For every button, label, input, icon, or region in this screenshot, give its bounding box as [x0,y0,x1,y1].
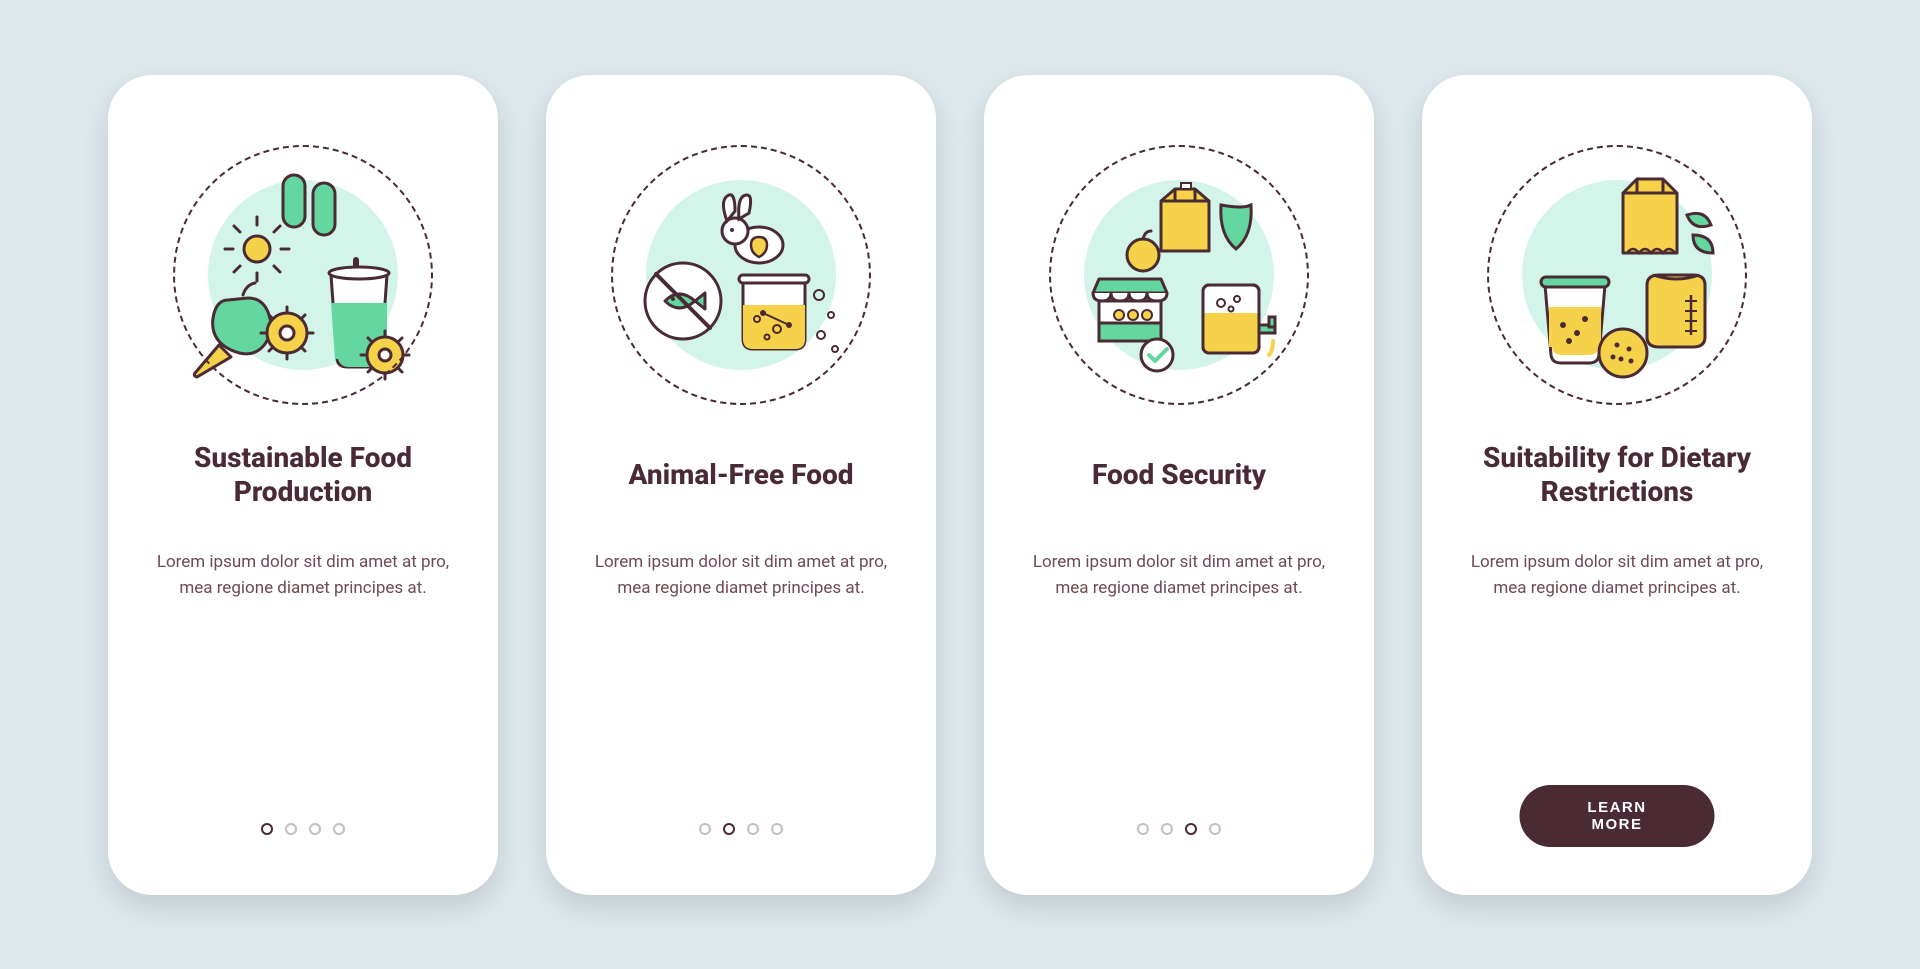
pagination-dots [984,823,1374,835]
dot-3[interactable] [309,823,321,835]
dot-2[interactable] [723,823,735,835]
animal-free-icon [611,145,871,405]
pagination-dots [108,823,498,835]
screen-title: Sustainable Food Production [148,441,458,509]
onboarding-screen-3: Food Security Lorem ipsum dolor sit dim … [984,75,1374,895]
sustainable-production-icon [173,145,433,405]
screen-title: Animal-Free Food [622,441,859,509]
dot-3[interactable] [747,823,759,835]
dot-2[interactable] [285,823,297,835]
learn-more-button[interactable]: LEARN MORE [1520,785,1715,847]
screen-title: Food Security [1086,441,1272,509]
screen-description: Lorem ipsum dolor sit dim amet at pro, m… [1462,549,1772,602]
screen-title: Suitability for Dietary Restrictions [1462,441,1772,509]
food-security-icon [1049,145,1309,405]
dot-1[interactable] [699,823,711,835]
dot-4[interactable] [1209,823,1221,835]
dietary-restrictions-icon [1487,145,1747,405]
dot-1[interactable] [261,823,273,835]
dot-2[interactable] [1161,823,1173,835]
pagination-dots [546,823,936,835]
screen-description: Lorem ipsum dolor sit dim amet at pro, m… [1024,549,1334,602]
dot-4[interactable] [333,823,345,835]
onboarding-screen-4: Suitability for Dietary Restrictions Lor… [1422,75,1812,895]
dot-3[interactable] [1185,823,1197,835]
dot-4[interactable] [771,823,783,835]
screen-description: Lorem ipsum dolor sit dim amet at pro, m… [148,549,458,602]
onboarding-screen-1: Sustainable Food Production Lorem ipsum … [108,75,498,895]
dot-1[interactable] [1137,823,1149,835]
onboarding-screen-2: Animal-Free Food Lorem ipsum dolor sit d… [546,75,936,895]
screen-description: Lorem ipsum dolor sit dim amet at pro, m… [586,549,896,602]
